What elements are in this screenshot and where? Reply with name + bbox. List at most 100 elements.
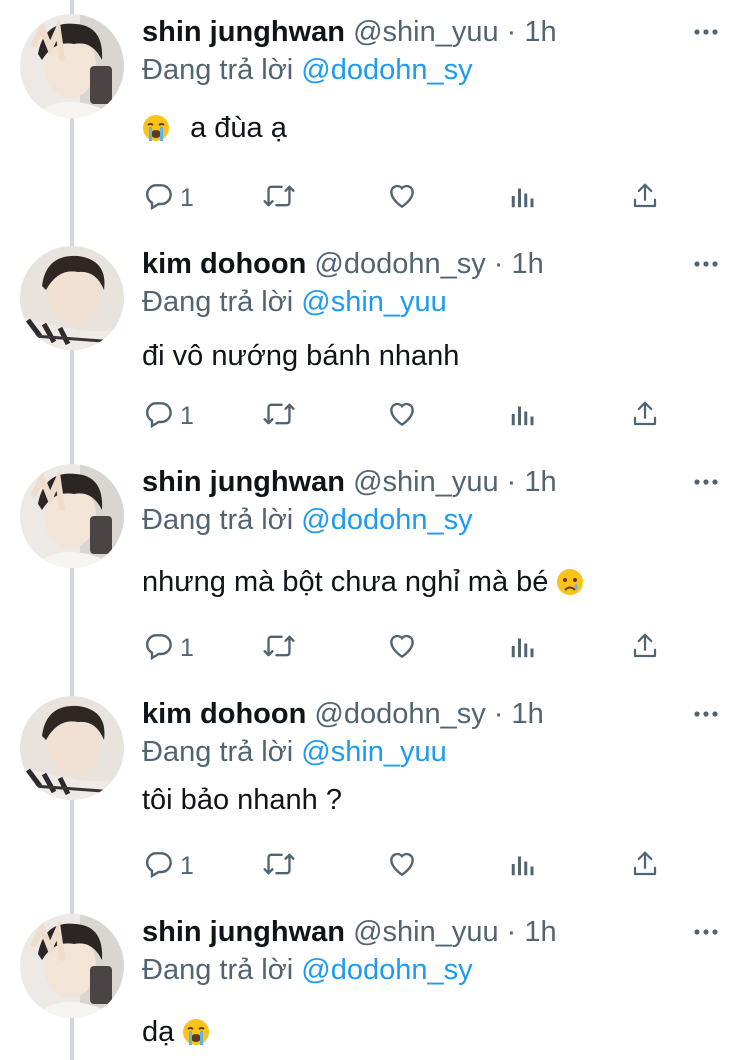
like-button[interactable] <box>386 396 418 436</box>
reply-count: 1 <box>180 633 194 662</box>
avatar-image <box>20 464 124 568</box>
avatar-image <box>20 14 124 118</box>
retweet-button[interactable] <box>262 628 296 668</box>
separator-dot: · <box>506 916 517 948</box>
reply-button[interactable]: 1 <box>142 846 194 886</box>
share-icon <box>630 631 660 666</box>
separator-dot: · <box>493 248 504 280</box>
reply-to-mention[interactable]: @shin_yuu <box>301 736 447 768</box>
reply-button[interactable]: 1 <box>142 178 194 218</box>
tweet-actions: 1 <box>0 846 750 886</box>
reply-to-mention[interactable]: @dodohn_sy <box>301 504 472 536</box>
share-icon <box>630 181 660 216</box>
sad-tear-face-emoji <box>556 567 584 607</box>
tweet-text-container: nhưng mà bột chưa nghỉ mà bé <box>142 562 730 607</box>
tweet-actions: 1 <box>0 178 750 218</box>
views-button[interactable] <box>508 628 538 668</box>
separator-dot: · <box>506 16 517 48</box>
like-icon <box>386 180 418 217</box>
reply-to-label: Đang trả lời <box>142 504 294 536</box>
avatar-shin-junghwan[interactable] <box>20 14 124 118</box>
like-icon <box>386 630 418 667</box>
author-handle[interactable]: @shin_yuu <box>353 16 499 48</box>
reply-count: 1 <box>180 401 194 430</box>
avatar-kim-dohoon[interactable] <box>20 246 124 350</box>
timestamp[interactable]: 1h <box>524 16 556 48</box>
tweet-text-container: a đùa ạ <box>142 108 730 153</box>
more-options-icon[interactable] <box>692 468 720 496</box>
author-name[interactable]: shin junghwan <box>142 466 345 498</box>
crying-face-emoji <box>182 1017 210 1057</box>
reply-icon <box>142 848 174 885</box>
timestamp[interactable]: 1h <box>512 698 544 730</box>
author-name[interactable]: kim dohoon <box>142 698 306 730</box>
retweet-icon <box>262 630 296 667</box>
retweet-button[interactable] <box>262 396 296 436</box>
more-options-icon[interactable] <box>692 18 720 46</box>
tweet-text: dạ <box>142 1016 175 1048</box>
reply-button[interactable]: 1 <box>142 396 194 436</box>
timestamp[interactable]: 1h <box>512 248 544 280</box>
reply-to-mention[interactable]: @dodohn_sy <box>301 54 472 86</box>
more-options-icon[interactable] <box>692 918 720 946</box>
reply-count: 1 <box>180 851 194 880</box>
avatar-image <box>20 914 124 1018</box>
views-button[interactable] <box>508 846 538 886</box>
like-button[interactable] <box>386 178 418 218</box>
reply-button[interactable]: 1 <box>142 628 194 668</box>
more-options-icon[interactable] <box>692 250 720 278</box>
share-button[interactable] <box>630 628 660 668</box>
retweet-icon <box>262 848 296 885</box>
timestamp[interactable]: 1h <box>524 916 556 948</box>
tweet-text: đi vô nướng bánh nhanh <box>142 340 460 372</box>
author-handle[interactable]: @dodohn_sy <box>314 248 485 280</box>
reply-to-label: Đang trả lời <box>142 54 294 86</box>
reply-to-label: Đang trả lời <box>142 286 294 318</box>
tweet-text: a đùa ạ <box>190 112 287 144</box>
like-icon <box>386 848 418 885</box>
share-icon <box>630 399 660 434</box>
reply-to-label: Đang trả lời <box>142 736 294 768</box>
avatar-kim-dohoon[interactable] <box>20 696 124 800</box>
more-options-icon[interactable] <box>692 700 720 728</box>
views-icon <box>508 849 538 884</box>
views-icon <box>508 399 538 434</box>
share-button[interactable] <box>630 396 660 436</box>
reply-icon <box>142 180 174 217</box>
separator-dot: · <box>493 698 504 730</box>
share-button[interactable] <box>630 178 660 218</box>
like-icon <box>386 398 418 435</box>
avatar-image <box>20 246 124 350</box>
crying-face-emoji <box>142 113 170 153</box>
reply-to-label: Đang trả lời <box>142 954 294 986</box>
author-handle[interactable]: @dodohn_sy <box>314 698 485 730</box>
retweet-button[interactable] <box>262 846 296 886</box>
tweet-actions: 1 <box>0 396 750 436</box>
like-button[interactable] <box>386 628 418 668</box>
reply-icon <box>142 398 174 435</box>
avatar-shin-junghwan[interactable] <box>20 914 124 1018</box>
tweet-actions: 1 <box>0 628 750 668</box>
avatar-shin-junghwan[interactable] <box>20 464 124 568</box>
author-name[interactable]: shin junghwan <box>142 916 345 948</box>
reply-to-mention[interactable]: @shin_yuu <box>301 286 447 318</box>
retweet-icon <box>262 180 296 217</box>
tweet-text-container: dạ <box>142 1012 730 1057</box>
retweet-icon <box>262 398 296 435</box>
author-handle[interactable]: @shin_yuu <box>353 916 499 948</box>
reply-to-mention[interactable]: @dodohn_sy <box>301 954 472 986</box>
tweet-text: tôi bảo nhanh ? <box>142 784 342 816</box>
views-button[interactable] <box>508 178 538 218</box>
author-handle[interactable]: @shin_yuu <box>353 466 499 498</box>
author-name[interactable]: kim dohoon <box>142 248 306 280</box>
separator-dot: · <box>506 466 517 498</box>
reply-icon <box>142 630 174 667</box>
retweet-button[interactable] <box>262 178 296 218</box>
timestamp[interactable]: 1h <box>524 466 556 498</box>
share-button[interactable] <box>630 846 660 886</box>
like-button[interactable] <box>386 846 418 886</box>
author-name[interactable]: shin junghwan <box>142 16 345 48</box>
views-button[interactable] <box>508 396 538 436</box>
tweet-text: nhưng mà bột chưa nghỉ mà bé <box>142 566 549 598</box>
views-icon <box>508 181 538 216</box>
